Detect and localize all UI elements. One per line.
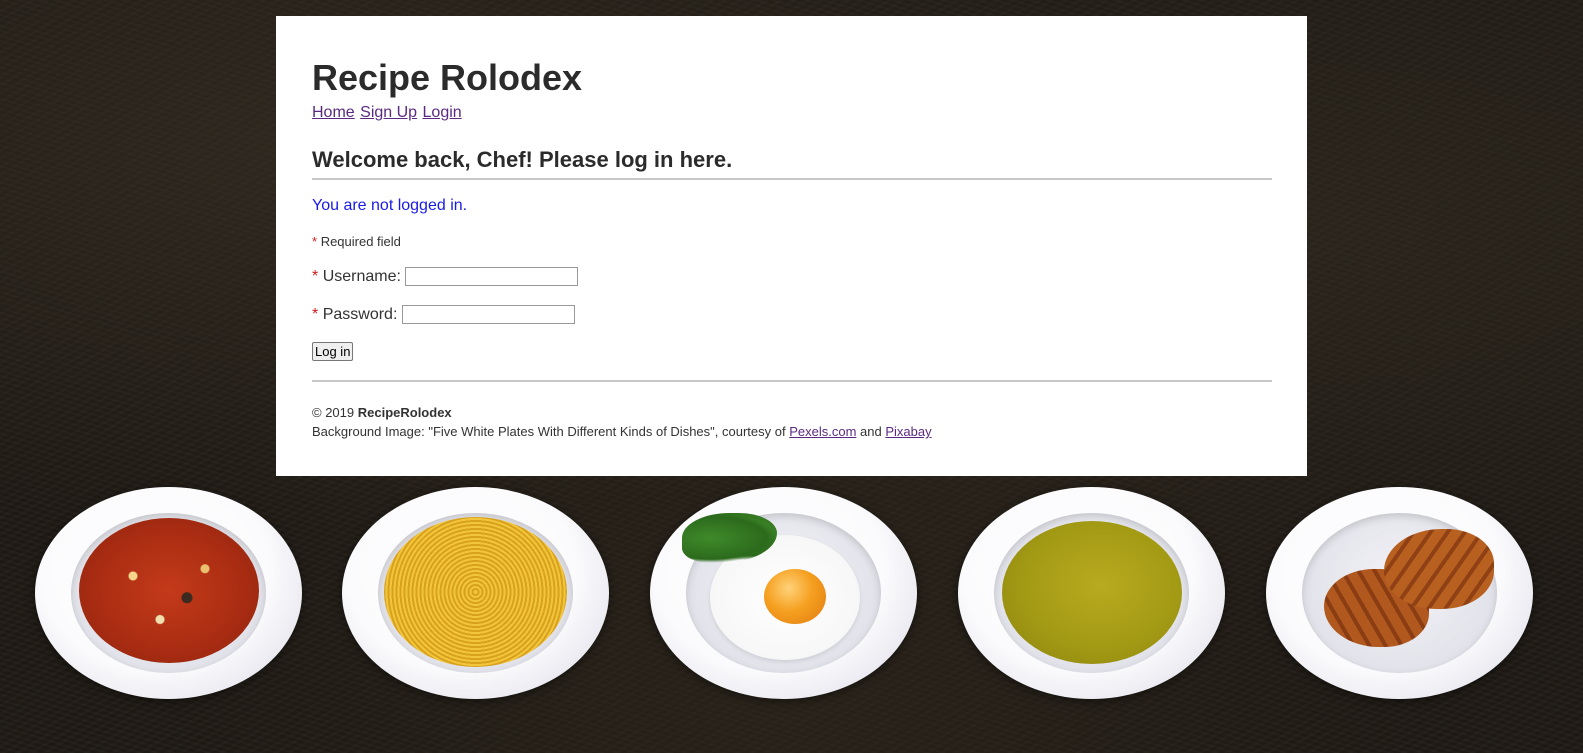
password-input[interactable]	[401, 305, 575, 325]
croissant-food-2	[1384, 529, 1494, 609]
nav-signup-link[interactable]: Sign Up	[360, 104, 417, 121]
required-field-note: * Required field	[312, 234, 1272, 250]
main-card: Recipe Rolodex Home Sign Up Login Welcom…	[276, 16, 1307, 476]
required-star: *	[312, 234, 318, 249]
plate-spaghetti-image	[342, 487, 609, 699]
pixabay-link[interactable]: Pixabay	[885, 424, 931, 439]
credit-text: Background Image: "Five White Plates Wit…	[312, 424, 790, 439]
required-note-text: Required field	[320, 234, 401, 249]
main-nav: Home Sign Up Login	[312, 103, 1272, 123]
password-row: * Password:	[312, 304, 1272, 326]
copyright-prefix: © 2019	[312, 405, 358, 420]
plate-pea-soup-image	[958, 487, 1225, 699]
plate-minestrone-soup-image	[35, 487, 302, 699]
username-row: * Username:	[312, 266, 1272, 288]
username-label: Username:	[322, 268, 401, 285]
nav-login-link[interactable]: Login	[423, 104, 462, 121]
login-status-text: You are not logged in.	[312, 197, 468, 214]
login-button[interactable]: Log in	[312, 342, 354, 361]
password-label: Password:	[322, 306, 398, 323]
credit-line: Background Image: "Five White Plates Wit…	[312, 422, 1272, 441]
pexels-link[interactable]: Pexels.com	[789, 424, 856, 439]
password-required-star: *	[312, 306, 319, 323]
site-title: Recipe Rolodex	[312, 57, 583, 98]
and-text: and	[856, 424, 886, 439]
plate-fried-egg-image	[650, 487, 917, 699]
username-required-star: *	[312, 268, 319, 285]
pea-soup-food	[1002, 521, 1182, 664]
page-heading: Welcome back, Chef! Please log in here.	[312, 145, 1272, 180]
nav-home-link[interactable]: Home	[312, 104, 355, 121]
spaghetti-food	[384, 517, 567, 667]
copyright-line: © 2019 RecipeRolodex	[312, 403, 1272, 422]
plate-croissants-image	[1266, 487, 1533, 699]
soup-food	[79, 518, 259, 663]
footer: © 2019 RecipeRolodex Background Image: "…	[312, 380, 1272, 441]
footer-brand: RecipeRolodex	[357, 405, 452, 420]
egg-yolk	[764, 569, 826, 624]
username-input[interactable]	[405, 267, 579, 287]
